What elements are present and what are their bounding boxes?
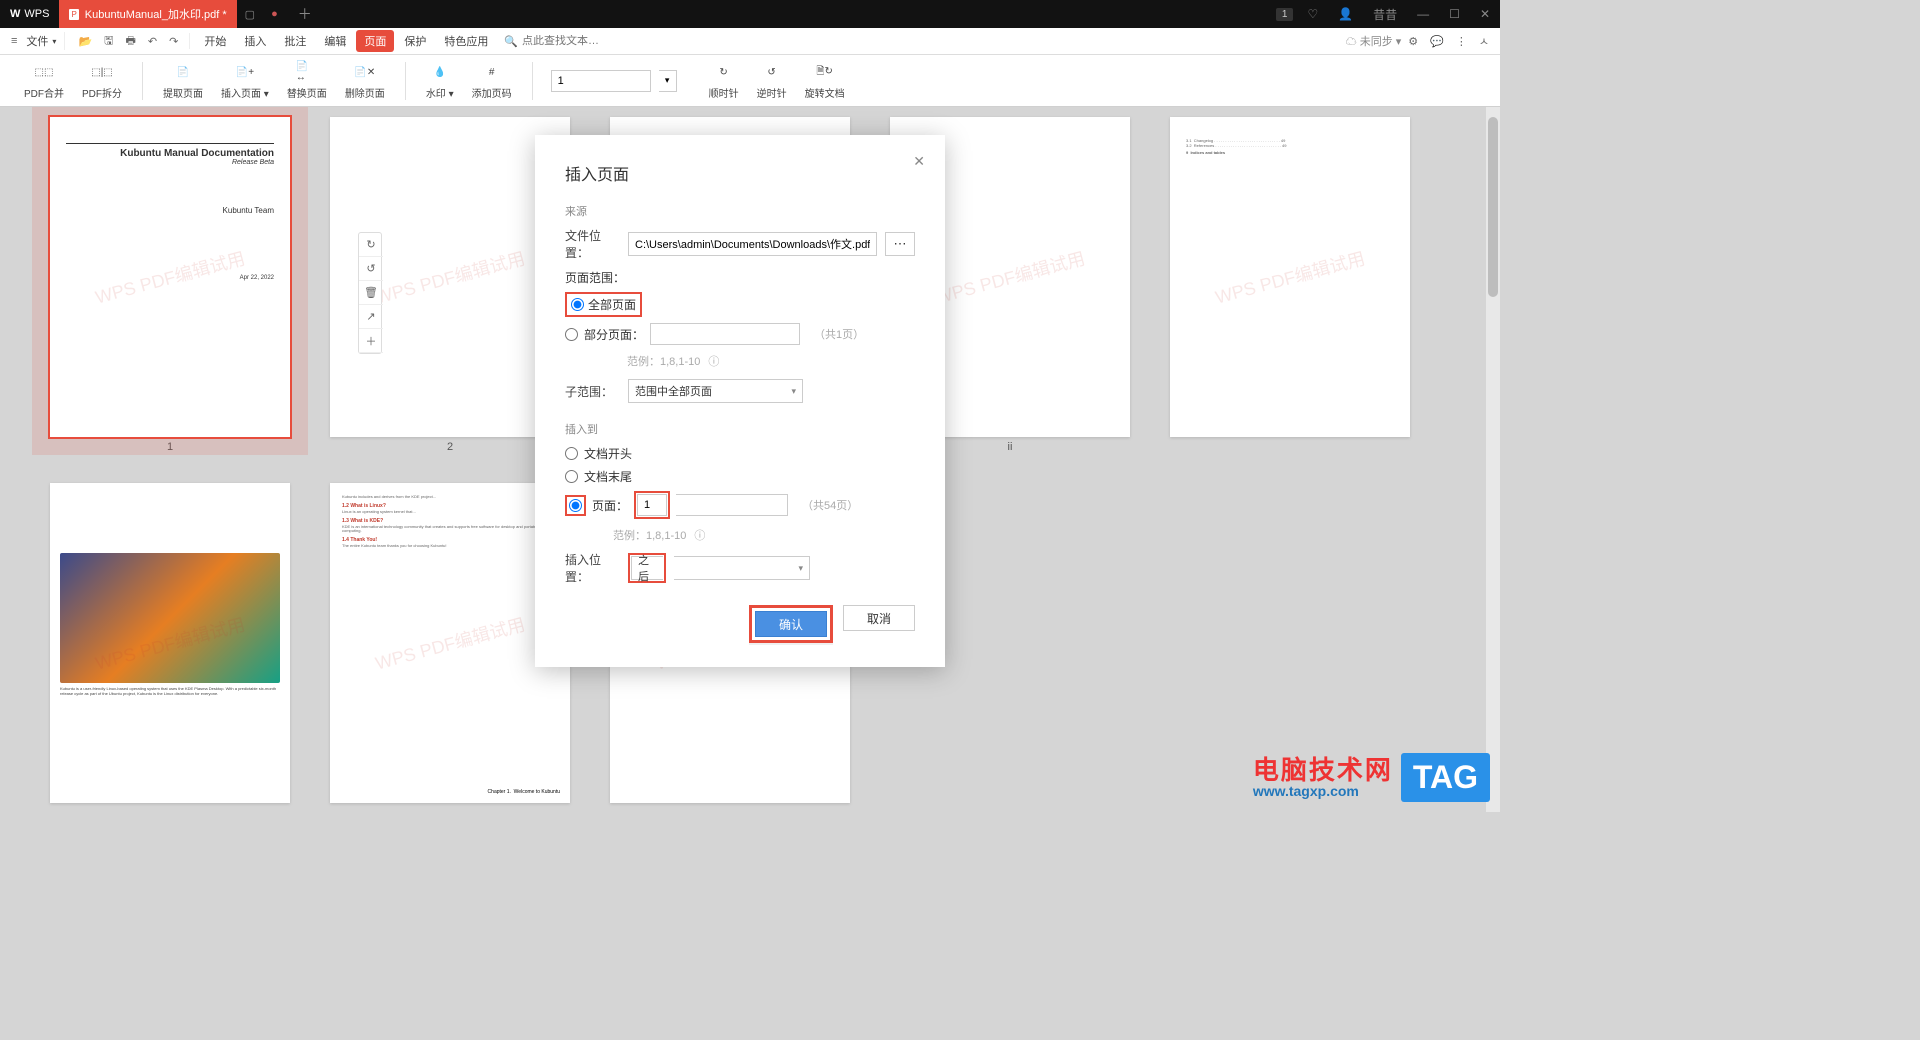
- page-position-radio[interactable]: [569, 499, 582, 512]
- user-avatar[interactable]: 👤: [1328, 7, 1363, 21]
- file-dropdown-icon[interactable]: ▾: [52, 37, 56, 46]
- thumbnail-page-5[interactable]: 3.1 Changelog . . . . . . . . . . . . . …: [1170, 117, 1410, 453]
- menu-start[interactable]: 开始: [196, 30, 234, 52]
- subrange-label: 子范围：: [565, 383, 620, 400]
- page-indicator-badge: 1: [1276, 8, 1294, 21]
- maximize-button[interactable]: ☐: [1439, 7, 1470, 21]
- new-tab-button[interactable]: ＋: [286, 4, 324, 24]
- collapse-ribbon-icon[interactable]: ㅅ: [1474, 30, 1494, 52]
- tab-close-icon[interactable]: ●: [263, 8, 286, 20]
- document-tab[interactable]: P KubuntuManual_加水印.pdf *: [59, 0, 236, 28]
- dialog-close-button[interactable]: ✕: [913, 153, 925, 170]
- menu-annotate[interactable]: 批注: [276, 30, 314, 52]
- menu-features[interactable]: 特色应用: [436, 30, 496, 52]
- thumbnail-page-7[interactable]: Kubuntu includes and derives from the KD…: [330, 483, 570, 803]
- app-logo: W WPS: [0, 8, 59, 20]
- rotate-cw-mini-icon[interactable]: ↻: [359, 233, 383, 257]
- insert-page-number-input-ext[interactable]: [676, 494, 788, 516]
- insert-pos-label: 插入位置：: [565, 551, 620, 585]
- menu-insert[interactable]: 插入: [236, 30, 274, 52]
- rotate-doc-button[interactable]: 🗎↻旋转文档: [799, 59, 851, 102]
- file-path-input[interactable]: [628, 232, 877, 256]
- gift-icon[interactable]: ♡: [1297, 7, 1328, 21]
- insert-page-number-input[interactable]: [637, 494, 667, 516]
- add-mini-icon[interactable]: ＋: [359, 329, 383, 353]
- menu-protect[interactable]: 保护: [396, 30, 434, 52]
- close-button[interactable]: ✕: [1470, 7, 1500, 21]
- doc-end-radio[interactable]: [565, 470, 578, 483]
- delete-mini-icon[interactable]: 🗑: [359, 281, 383, 305]
- insert-to-label: 插入到: [565, 421, 915, 437]
- ok-button[interactable]: 确认: [755, 611, 827, 637]
- minimize-button[interactable]: —: [1407, 7, 1439, 21]
- some-pages-radio[interactable]: [565, 328, 578, 341]
- rotate-ccw-button[interactable]: ↺逆时针: [751, 59, 793, 102]
- all-pages-radio[interactable]: [571, 298, 584, 311]
- print-icon[interactable]: 🖶: [121, 29, 141, 54]
- undo-icon[interactable]: ↶: [143, 32, 162, 51]
- page-range-label: 页面范围：: [565, 269, 915, 286]
- thumbnail-number: 1: [167, 441, 173, 453]
- settings-icon[interactable]: ⚙: [1403, 32, 1423, 51]
- goto-page-input[interactable]: [551, 70, 651, 92]
- search-input[interactable]: [522, 35, 622, 47]
- rotate-cw-button[interactable]: ↻顺时针: [703, 59, 745, 102]
- vertical-scrollbar[interactable]: [1486, 107, 1500, 812]
- help-icon-2[interactable]: ⓘ: [694, 527, 705, 543]
- tab-menu-icon[interactable]: ▢: [237, 8, 263, 21]
- cancel-button[interactable]: 取消: [843, 605, 915, 631]
- extract-mini-icon[interactable]: ↗: [359, 305, 383, 329]
- pdf-icon: P: [69, 9, 78, 20]
- doc-start-radio[interactable]: [565, 447, 578, 460]
- insert-page-button[interactable]: 📄+插入页面 ▾: [215, 59, 275, 102]
- extract-page-button[interactable]: 📄提取页面: [157, 59, 209, 102]
- pdf-split-button[interactable]: ⬚|⬚PDF拆分: [76, 59, 128, 102]
- replace-page-button[interactable]: 📄↔替换页面: [281, 59, 333, 102]
- subrange-select[interactable]: 范围中全部页面▾: [628, 379, 803, 403]
- add-pagenum-button[interactable]: #添加页码: [466, 59, 518, 102]
- rotate-ccw-mini-icon[interactable]: ↺: [359, 257, 383, 281]
- save-icon[interactable]: 🖫: [99, 29, 118, 54]
- chat-icon[interactable]: 💬: [1425, 32, 1449, 51]
- more-icon[interactable]: ⋮: [1451, 32, 1472, 51]
- thumbnail-page-1[interactable]: Kubuntu Manual Documentation Release Bet…: [50, 117, 290, 453]
- site-watermark: 电脑技术网 www.tagxp.com TAG: [1253, 753, 1490, 802]
- insert-position-select[interactable]: ▾: [674, 556, 810, 580]
- thumbnail-page-6[interactable]: Kubuntu is a user-friendly Linux-based o…: [50, 483, 290, 803]
- dialog-title: 插入页面: [565, 161, 915, 185]
- menu-page[interactable]: 页面: [356, 30, 394, 52]
- sync-status[interactable]: ☁ 未同步 ▾: [1346, 33, 1402, 49]
- help-icon[interactable]: ⓘ: [708, 353, 719, 369]
- open-icon[interactable]: 📂: [73, 32, 97, 51]
- watermark-button[interactable]: 💧水印 ▾: [420, 59, 460, 102]
- delete-page-button[interactable]: 📄✕删除页面: [339, 59, 391, 102]
- hamburger-icon[interactable]: ≡: [6, 32, 22, 50]
- page-range-input[interactable]: [650, 323, 800, 345]
- pdf-merge-button[interactable]: ⬚⬚PDF合并: [18, 59, 70, 102]
- menu-edit[interactable]: 编辑: [316, 30, 354, 52]
- source-section-label: 来源: [565, 203, 915, 219]
- goto-page-dropdown[interactable]: ▾: [659, 70, 677, 92]
- file-path-label: 文件位置：: [565, 227, 620, 261]
- browse-button[interactable]: ⋯: [885, 232, 915, 256]
- insert-position-value: 之后: [631, 556, 663, 580]
- file-menu[interactable]: 文件: [26, 33, 48, 49]
- redo-icon[interactable]: ↷: [164, 32, 183, 51]
- search-icon[interactable]: 🔍: [504, 35, 518, 48]
- user-name: 昔昔: [1363, 6, 1407, 23]
- insert-page-dialog: 插入页面 ✕ 来源 文件位置： ⋯ 页面范围： 全部页面 部分页面： （共1页）…: [535, 135, 945, 667]
